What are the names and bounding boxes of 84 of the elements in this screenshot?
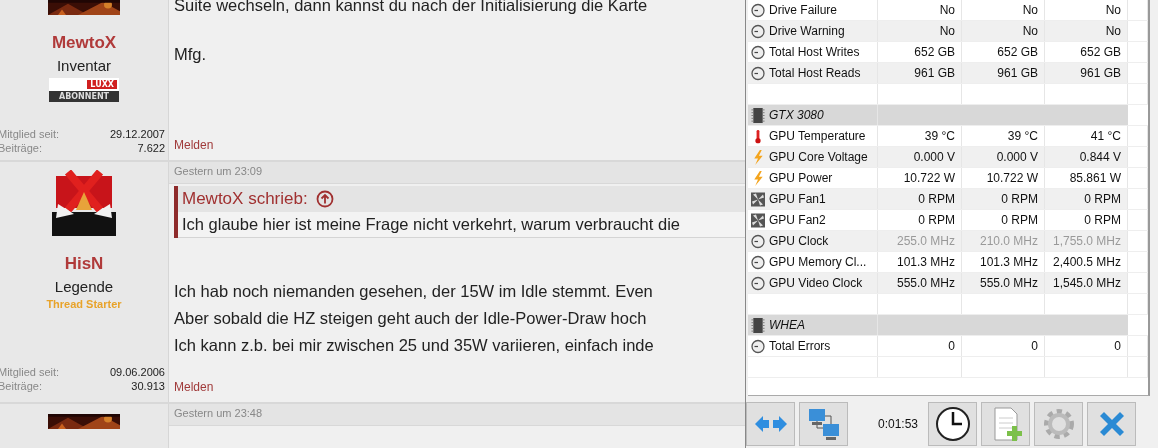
sensor-label[interactable]: GPU Temperature xyxy=(769,129,866,143)
gauge-icon xyxy=(751,2,765,18)
user-rank: Legende xyxy=(54,278,114,295)
sensor-value: 0 RPM xyxy=(918,192,955,206)
sensor-label[interactable]: Total Errors xyxy=(769,339,831,353)
sensor-value: No xyxy=(1105,24,1121,38)
group-header-row[interactable]: GTX 3080 xyxy=(748,105,1148,126)
close-button[interactable] xyxy=(1087,402,1137,446)
sensor-group-label[interactable]: GTX 3080 xyxy=(769,108,824,122)
user-rank: Inventar xyxy=(56,57,112,74)
quote-author[interactable]: MewtoX schrieb: xyxy=(182,189,308,209)
elapsed-time: 0:01:53 xyxy=(878,417,919,431)
gauge-icon xyxy=(751,254,765,270)
sensor-value: 961 GB xyxy=(1080,66,1121,80)
sensor-label[interactable]: GPU Power xyxy=(769,171,833,185)
sensor-value: No xyxy=(1105,3,1121,17)
settings-button[interactable] xyxy=(1034,402,1084,446)
post-text: Ich kann z.b. bei mir zwischen 25 und 35W variieren, einfach inde xyxy=(174,335,655,356)
report-link[interactable]: Melden xyxy=(174,380,214,394)
sensor-value: 0 xyxy=(1114,339,1121,353)
fan-icon xyxy=(751,212,765,228)
sensor-label[interactable]: Total Host Writes xyxy=(769,45,860,59)
report-link[interactable]: Melden xyxy=(174,138,214,152)
stat-value: 30.913 xyxy=(130,380,165,392)
group-header-row[interactable]: WHEA xyxy=(748,315,1148,336)
sensor-value: 652 GB xyxy=(1080,45,1121,59)
sensor-value: 210.0 MHz xyxy=(979,234,1038,248)
sensor-value: 101.3 MHz xyxy=(896,255,955,269)
sensor-value: 0.000 V xyxy=(996,150,1038,164)
sensor-value: 255.0 MHz xyxy=(896,234,955,248)
swap-arrows-button[interactable] xyxy=(746,402,795,446)
sensor-value: 1,755.0 MHz xyxy=(1052,234,1121,248)
sensor-value: 555.0 MHz xyxy=(979,276,1038,290)
sensor-value: 0.000 V xyxy=(913,150,955,164)
sensor-value: No xyxy=(939,24,955,38)
sensor-value: 39 °C xyxy=(924,129,955,143)
sensor-value: 652 GB xyxy=(997,45,1038,59)
sensor-value: 101.3 MHz xyxy=(979,255,1038,269)
sensor-value: 961 GB xyxy=(997,66,1038,80)
post-date: Gestern um 23:48 xyxy=(169,404,745,426)
gauge-icon xyxy=(751,338,765,354)
stat-value: 09.06.2006 xyxy=(109,366,165,378)
sensor-label[interactable]: Drive Failure xyxy=(769,3,837,17)
sensor-value: No xyxy=(1022,3,1038,17)
chip-icon xyxy=(751,107,765,123)
sensor-label[interactable]: GPU Memory Cl... xyxy=(769,255,867,269)
subscriber-badge: LUXX ABONNENT xyxy=(49,78,119,102)
stat-value: 29.12.2007 xyxy=(109,128,165,140)
username[interactable]: MewtoX xyxy=(51,33,117,53)
post-date: Gestern um 23:09 xyxy=(169,162,745,184)
sensor-value: 0 xyxy=(1031,339,1038,353)
chip-icon xyxy=(751,317,765,333)
gauge-icon xyxy=(751,44,765,60)
sensor-value: 0 RPM xyxy=(1084,213,1121,227)
network-button[interactable] xyxy=(799,402,848,446)
thread-starter-label: Thread Starter xyxy=(46,298,122,310)
sensor-group-label[interactable]: WHEA xyxy=(769,318,805,332)
sensor-value: 652 GB xyxy=(914,45,955,59)
sensor-value: 85.861 W xyxy=(1069,171,1121,185)
sensor-value: 961 GB xyxy=(914,66,955,80)
sensor-label[interactable]: GPU Fan2 xyxy=(769,213,826,227)
stat-value: 7.622 xyxy=(136,142,165,154)
arrow-up-icon[interactable] xyxy=(315,190,334,208)
sensor-value: 0 xyxy=(948,339,955,353)
post-text: Aber sobald die HZ steigen geht auch der Idle-Power-Draw hoch xyxy=(174,308,648,329)
sensor-value: 0 RPM xyxy=(1001,213,1038,227)
post-text: Mfg. xyxy=(174,44,208,65)
sensor-value: 0.844 V xyxy=(1079,150,1121,164)
sensor-value: 555.0 MHz xyxy=(896,276,955,290)
username[interactable]: HisN xyxy=(64,254,104,274)
sensor-value: 2,400.5 MHz xyxy=(1052,255,1121,269)
sensor-value: 10.722 W xyxy=(986,171,1038,185)
sensor-value: 0 RPM xyxy=(918,213,955,227)
post-text: Ich hab noch niemanden gesehen, der 15W im Idle stemmt. Even xyxy=(174,281,654,302)
sensor-value: No xyxy=(939,3,955,17)
clock-icon xyxy=(934,406,971,442)
sensor-value: 0 RPM xyxy=(1084,192,1121,206)
sensor-value: 10.722 W xyxy=(903,171,955,185)
clock-button[interactable] xyxy=(928,402,978,446)
sensor-value: 0 RPM xyxy=(1001,192,1038,206)
sensor-value: 41 °C xyxy=(1090,129,1121,143)
sensor-value: 1,545.0 MHz xyxy=(1052,276,1121,290)
sensor-value: 39 °C xyxy=(1007,129,1038,143)
sensor-value: No xyxy=(1022,24,1038,38)
